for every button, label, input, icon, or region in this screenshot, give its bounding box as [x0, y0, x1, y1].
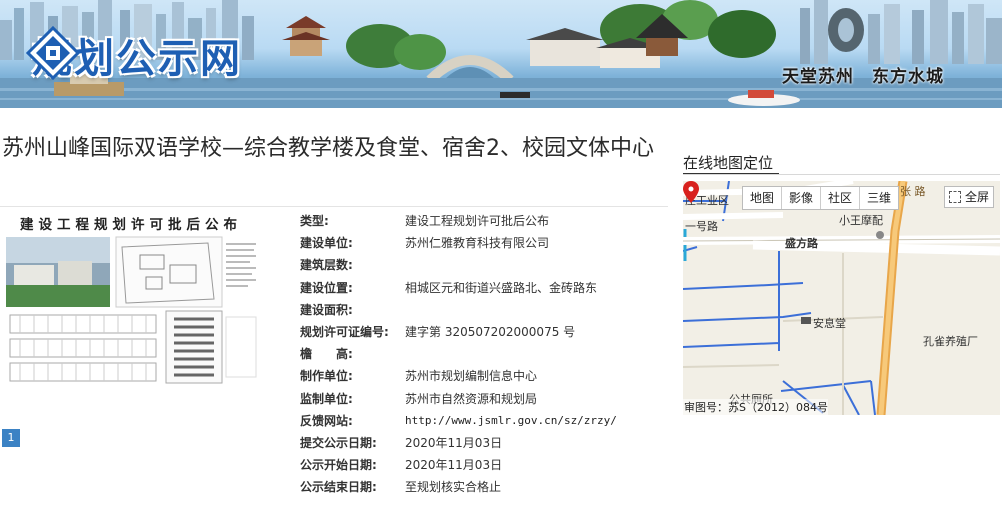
detail-value: 建字第 320507202000075 号 — [405, 324, 576, 339]
detail-value: 2020年11月03日 — [405, 435, 503, 450]
detail-row-type: 类型: 建设工程规划许可批后公布 — [300, 210, 680, 232]
map-tab-map[interactable]: 地图 — [743, 187, 783, 209]
slogan-part-2: 东方水城 — [872, 67, 944, 87]
detail-row-eave-height: 檐 高: — [300, 343, 680, 365]
detail-row-start-date: 公示开始日期: 2020年11月03日 — [300, 454, 680, 476]
detail-key: 制作单位: — [300, 369, 353, 384]
project-details: 类型: 建设工程规划许可批后公布 建设单位: 苏州仁雅教育科技有限公司 建筑层数: … — [300, 210, 680, 498]
detail-row-builder: 建设单位: 苏州仁雅教育科技有限公司 — [300, 232, 680, 254]
thumbnail-drawing — [6, 236, 257, 384]
detail-row-area: 建设面积: — [300, 299, 680, 321]
slogan-part-1: 天堂苏州 — [782, 67, 854, 87]
detail-value: 相城区元和街道兴盛路北、金砖路东 — [405, 280, 598, 295]
detail-key: 建设面积: — [300, 302, 353, 317]
map-label-road-1: 一号路 — [685, 220, 718, 233]
pagination-page-1[interactable]: 1 — [2, 429, 20, 447]
fullscreen-label: 全屏 — [965, 190, 990, 204]
map-tab-3d[interactable]: 三维 — [860, 187, 899, 209]
map-section-title: 在线地图定位 — [683, 154, 774, 172]
detail-key: 建设位置: — [300, 280, 353, 295]
detail-row-end-date: 公示结束日期: 至规划核实合格止 — [300, 476, 680, 498]
map-label-road-vertical: 张 路 — [900, 185, 926, 198]
map-approval-number: 审图号：苏S（2012）084号 — [683, 399, 828, 415]
fullscreen-icon — [949, 191, 961, 203]
detail-key: 公示开始日期: — [300, 458, 377, 473]
detail-row-floors: 建筑层数: — [300, 254, 680, 276]
detail-key: 监制单位: — [300, 391, 353, 406]
permit-document-thumbnail[interactable]: 建设工程规划许可批后公布 — [0, 207, 262, 407]
detail-key: 建设单位: — [300, 236, 353, 251]
detail-key: 提交公示日期: — [300, 435, 377, 450]
detail-key: 反馈网站: — [300, 413, 353, 428]
map-label-poi-motor: 小王摩配 — [839, 214, 883, 227]
page-title: 苏州山峰国际双语学校—综合教学楼及食堂、宿舍2、校园文体中心 — [2, 136, 654, 161]
detail-key: 公示结束日期: — [300, 480, 377, 495]
map-header-divider — [683, 174, 1000, 175]
detail-value: 至规划核实合格止 — [405, 480, 502, 495]
detail-key: 规划许可证编号: — [300, 324, 389, 339]
map-tab-community[interactable]: 社区 — [821, 187, 861, 209]
detail-key: 类型: — [300, 214, 329, 228]
map-fullscreen-button[interactable]: 全屏 — [944, 186, 995, 208]
detail-value: 2020年11月03日 — [405, 458, 503, 473]
location-pin-icon[interactable] — [683, 181, 699, 203]
map-label-poi-farm: 孔雀养殖厂 — [923, 335, 978, 348]
header-banner: 规划公示网 天堂苏州 东方水城 — [0, 0, 1002, 108]
map-tab-satellite[interactable]: 影像 — [782, 187, 822, 209]
map-layer-tabs: 地图 影像 社区 三维 — [742, 186, 900, 210]
map-label-poi-hall: 安息堂 — [813, 317, 846, 330]
detail-value: 苏州仁雅教育科技有限公司 — [405, 236, 550, 251]
detail-row-location: 建设位置: 相城区元和街道兴盛路北、金砖路东 — [300, 277, 680, 299]
logo-emblem-icon — [26, 26, 80, 80]
feedback-site-link[interactable]: http://www.jsmlr.gov.cn/sz/zrzy/ — [405, 410, 617, 432]
detail-row-permit-number: 规划许可证编号: 建字第 320507202000075 号 — [300, 321, 680, 343]
site-logo[interactable]: 规划公示网 — [26, 26, 242, 84]
detail-value: 建设工程规划许可批后公布 — [405, 214, 550, 228]
detail-value: 苏州市规划编制信息中心 — [405, 369, 538, 384]
detail-row-supervisor: 监制单位: 苏州市自然资源和规划局 — [300, 388, 680, 410]
detail-row-feedback-site: 反馈网站: http://www.jsmlr.gov.cn/sz/zrzy/ — [300, 410, 680, 432]
location-map[interactable]: 庄工业区 一号路 盛方路 小王摩配 张 路 安息堂 孔雀养殖厂 公共厕所 地图 … — [683, 181, 1000, 415]
detail-key: 檐 高: — [300, 347, 353, 362]
map-label-road-3: 盛方路 — [785, 237, 818, 250]
thumbnail-heading: 建设工程规划许可批后公布 — [20, 217, 242, 233]
detail-value: 苏州市自然资源和规划局 — [405, 391, 538, 406]
detail-row-submit-date: 提交公示日期: 2020年11月03日 — [300, 432, 680, 454]
detail-row-producer: 制作单位: 苏州市规划编制信息中心 — [300, 365, 680, 387]
banner-slogan: 天堂苏州 东方水城 — [782, 62, 962, 87]
detail-key: 建筑层数: — [300, 258, 353, 273]
page: 规划公示网 天堂苏州 东方水城 苏州山峰国际双语学校—综合教学楼及食堂、宿舍2、校… — [0, 0, 1002, 510]
